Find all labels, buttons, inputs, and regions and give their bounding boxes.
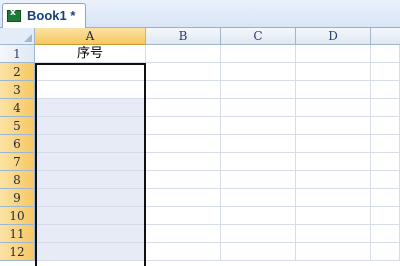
row-header-5[interactable]: 5 <box>0 117 35 135</box>
cell-a3[interactable] <box>35 81 146 99</box>
cell-d11[interactable] <box>296 225 371 243</box>
row-header-2[interactable]: 2 <box>0 63 35 81</box>
cell-d7[interactable] <box>296 153 371 171</box>
cell-d2[interactable] <box>296 63 371 81</box>
column-header-b[interactable]: B <box>146 28 221 45</box>
cell-a6[interactable] <box>35 135 146 153</box>
cell-a11[interactable] <box>35 225 146 243</box>
cell-a10[interactable] <box>35 207 146 225</box>
column-header-d[interactable]: D <box>296 28 371 45</box>
cell-e1[interactable] <box>371 45 400 63</box>
row-header-10[interactable]: 10 <box>0 207 35 225</box>
cell-e8[interactable] <box>371 171 400 189</box>
row-header-1[interactable]: 1 <box>0 45 35 63</box>
cell-d3[interactable] <box>296 81 371 99</box>
cell-d4[interactable] <box>296 99 371 117</box>
cell-a8[interactable] <box>35 171 146 189</box>
cell-e4[interactable] <box>371 99 400 117</box>
cell-c4[interactable] <box>221 99 296 117</box>
row-header-9[interactable]: 9 <box>0 189 35 207</box>
cell-e12[interactable] <box>371 243 400 261</box>
cell-c7[interactable] <box>221 153 296 171</box>
cell-c2[interactable] <box>221 63 296 81</box>
cell-b2[interactable] <box>146 63 221 81</box>
column-header-a[interactable]: A <box>35 28 146 45</box>
cell-b12[interactable] <box>146 243 221 261</box>
row-header-3[interactable]: 3 <box>0 81 35 99</box>
cell-a4[interactable] <box>35 99 146 117</box>
workbook-tab-bar: Book1 * <box>0 0 400 29</box>
cell-a9[interactable] <box>35 189 146 207</box>
cell-e7[interactable] <box>371 153 400 171</box>
cell-c1[interactable] <box>221 45 296 63</box>
cell-b5[interactable] <box>146 117 221 135</box>
cell-a12[interactable] <box>35 243 146 261</box>
row-header-6[interactable]: 6 <box>0 135 35 153</box>
workbook-tab[interactable]: Book1 * <box>2 3 86 29</box>
cell-a2[interactable] <box>35 63 146 81</box>
row-header-11[interactable]: 11 <box>0 225 35 243</box>
cell-b11[interactable] <box>146 225 221 243</box>
cell-e5[interactable] <box>371 117 400 135</box>
cell-d6[interactable] <box>296 135 371 153</box>
cell-d9[interactable] <box>296 189 371 207</box>
cell-b9[interactable] <box>146 189 221 207</box>
cell-c5[interactable] <box>221 117 296 135</box>
cell-e10[interactable] <box>371 207 400 225</box>
workbook-tab-label: Book1 * <box>27 8 76 23</box>
row-header-12[interactable]: 12 <box>0 243 35 261</box>
cell-b7[interactable] <box>146 153 221 171</box>
row-header-4[interactable]: 4 <box>0 99 35 117</box>
cell-e2[interactable] <box>371 63 400 81</box>
cell-d12[interactable] <box>296 243 371 261</box>
cell-e11[interactable] <box>371 225 400 243</box>
cell-b6[interactable] <box>146 135 221 153</box>
cell-c9[interactable] <box>221 189 296 207</box>
cell-c6[interactable] <box>221 135 296 153</box>
cell-e3[interactable] <box>371 81 400 99</box>
cell-b3[interactable] <box>146 81 221 99</box>
cell-b1[interactable] <box>146 45 221 63</box>
column-header-c[interactable]: C <box>221 28 296 45</box>
cell-a5[interactable] <box>35 117 146 135</box>
cell-a7[interactable] <box>35 153 146 171</box>
select-all-corner[interactable] <box>0 28 35 45</box>
cell-d8[interactable] <box>296 171 371 189</box>
row-header-7[interactable]: 7 <box>0 153 35 171</box>
cell-b10[interactable] <box>146 207 221 225</box>
cell-d10[interactable] <box>296 207 371 225</box>
cell-b4[interactable] <box>146 99 221 117</box>
spreadsheet-grid[interactable]: A B C D 1 2 3 4 5 6 7 8 9 10 11 12 序号 <box>0 28 400 266</box>
cell-c10[interactable] <box>221 207 296 225</box>
cell-c12[interactable] <box>221 243 296 261</box>
column-header-e[interactable] <box>371 28 400 45</box>
excel-workbook-icon <box>7 8 21 22</box>
cell-c3[interactable] <box>221 81 296 99</box>
cell-d5[interactable] <box>296 117 371 135</box>
cell-c8[interactable] <box>221 171 296 189</box>
cell-e9[interactable] <box>371 189 400 207</box>
row-header-8[interactable]: 8 <box>0 171 35 189</box>
cell-d1[interactable] <box>296 45 371 63</box>
cell-e6[interactable] <box>371 135 400 153</box>
cell-c11[interactable] <box>221 225 296 243</box>
cell-a1[interactable]: 序号 <box>35 45 146 63</box>
cell-b8[interactable] <box>146 171 221 189</box>
